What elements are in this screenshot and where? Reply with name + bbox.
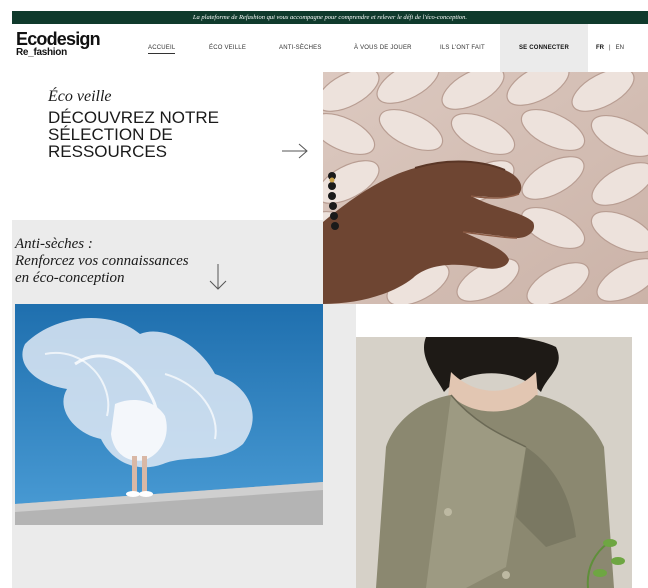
connect-label: SE CONNECTER — [518, 45, 570, 51]
plastic-fabric-image[interactable] — [15, 304, 323, 525]
anti-seches-line1: Anti-sèches : — [15, 236, 93, 252]
arrow-down-icon[interactable] — [208, 263, 228, 296]
nav-accueil[interactable]: ACCUEIL — [148, 45, 176, 54]
announcement-text: La plateforme de Refashion qui vous acco… — [192, 14, 468, 21]
anti-seches-title[interactable]: Anti-sèches : Renforcez vos connaissance… — [15, 236, 235, 287]
site-header: Ecodesign Re_fashion ACCUEIL ÉCO VEILLE … — [12, 24, 648, 72]
announcement-bar: La plateforme de Refashion qui vous acco… — [12, 11, 648, 24]
arrow-right-icon[interactable] — [281, 143, 309, 164]
eco-veille-title[interactable]: Éco veille — [48, 88, 112, 106]
anti-seches-line3: en éco-conception — [15, 270, 125, 286]
language-switcher: FR | EN — [596, 45, 624, 51]
connect-button[interactable]: SE CONNECTER — [500, 24, 588, 72]
knit-yarn-image[interactable] — [323, 72, 648, 304]
nav-eco-veille[interactable]: ÉCO VEILLE — [209, 45, 246, 51]
lang-fr[interactable]: FR — [596, 45, 604, 51]
eco-veille-subtitle[interactable]: DÉCOUVREZ NOTRE SÉLECTION DE RESSOURCES — [48, 109, 278, 160]
nav-ils-l-ont-fait[interactable]: ILS L'ONT FAIT — [440, 45, 485, 51]
felt-coat-image[interactable] — [356, 337, 632, 588]
logo-ecodesign: Ecodesign — [16, 29, 101, 49]
nav-anti-seches[interactable]: ANTI-SÈCHES — [279, 45, 322, 51]
nav-a-vous-de-jouer[interactable]: À VOUS DE JOUER — [354, 45, 412, 51]
lang-separator: | — [609, 45, 611, 51]
anti-seches-line2: Renforcez vos connaissances — [15, 253, 189, 269]
lang-en[interactable]: EN — [616, 45, 624, 51]
logo-refashion: Re_fashion — [16, 47, 67, 58]
site-logo[interactable]: Ecodesign Re_fashion — [16, 29, 101, 58]
